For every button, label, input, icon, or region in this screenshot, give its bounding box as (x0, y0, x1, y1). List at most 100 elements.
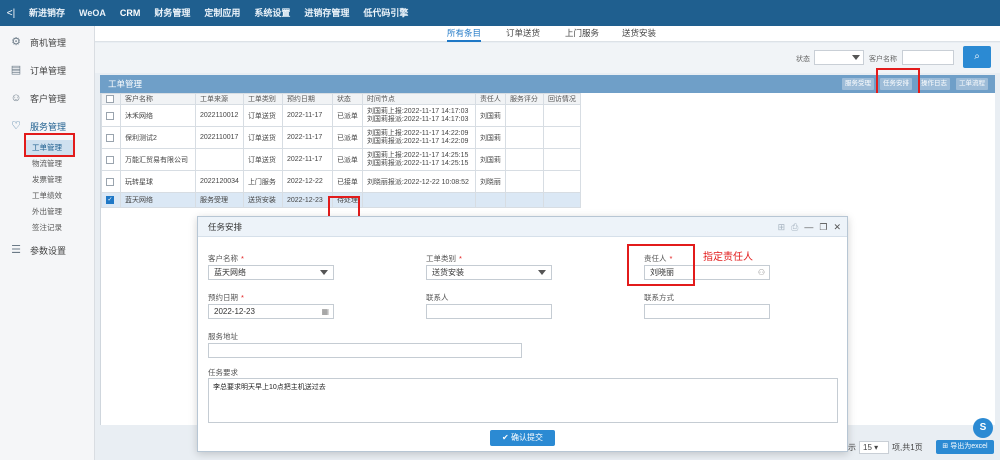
col-followup[interactable]: 回访情况 (542, 93, 581, 105)
col-source[interactable]: 工单来源 (195, 93, 244, 105)
ticket-table: 客户名称 工单来源 工单类别 预约日期 状态 时间节点 责任人 服务评分 回访情… (101, 93, 581, 208)
table-row[interactable]: 玩转星球 2022120034 上门服务 2022-12-22 已接单 刘晓丽报… (101, 170, 581, 193)
table-row[interactable]: 沐禾网络 2022110012 订单送货 2022-11-17 已派单 刘国莉上… (101, 104, 581, 127)
nav-item-finance[interactable]: 财务管理 (147, 0, 197, 26)
sidebar-item-logistics[interactable]: 物流管理 (0, 156, 94, 172)
maximize-icon[interactable]: ❐ (819, 217, 827, 237)
sidebar-item-ticket-performance[interactable]: 工单绩效 (0, 188, 94, 204)
assistant-float-button[interactable]: S (973, 418, 993, 438)
row-checkbox[interactable] (106, 111, 114, 120)
ticket-flow-button[interactable]: 工单流程 (956, 78, 988, 90)
table-row[interactable]: 保利测试2 2022110017 订单送货 2022-11-17 已派单 刘国莉… (101, 126, 581, 149)
nav-item-jxc[interactable]: 新进销存 (22, 0, 72, 26)
sidebar: ⚙ 商机管理 ▤ 订单管理 ☺ 客户管理 ♡ 服务管理 工单管理 物流管理 发票… (0, 26, 95, 460)
user-icon: ☺ (10, 92, 22, 104)
minimize-icon[interactable]: — (804, 217, 813, 237)
grid-icon: ⚙ (11, 36, 21, 48)
customer-name-select[interactable]: 蓝天网络 (208, 265, 334, 280)
subtabs: 所有条目 订单送货 上门服务 送货安装 (95, 26, 1000, 42)
ticket-panel-header: 工单管理 服务受理 任务安排 操作日志 工单流程 (100, 75, 995, 93)
confirm-submit-button[interactable]: ✔ 确认提交 (490, 430, 555, 446)
nav-item-lowcode[interactable]: 低代码引擎 (356, 0, 415, 26)
user-search-icon[interactable]: ⚇ (758, 266, 765, 279)
col-owner[interactable]: 责任人 (474, 93, 506, 105)
tab-order-delivery[interactable]: 订单送货 (506, 26, 540, 42)
sidebar-item-orders[interactable]: ▤ 订单管理 (0, 56, 94, 84)
chevron-down-icon (538, 270, 546, 275)
pager-summary: 项,共1页 (892, 443, 923, 452)
service-address-label: 服务地址 (208, 332, 238, 341)
nav-item-custom-apps[interactable]: 定制应用 (197, 0, 247, 26)
contact-method-label: 联系方式 (644, 293, 674, 302)
customer-name-label: 客户名称 * (208, 254, 244, 263)
nav-item-inventory[interactable]: 进销存管理 (297, 0, 356, 26)
col-rating[interactable]: 服务评分 (504, 93, 544, 105)
owner-input[interactable]: 刘晓丽 ⚇ (644, 265, 770, 280)
nav-item-settings[interactable]: 系统设置 (247, 0, 297, 26)
sidebar-item-tickets[interactable]: 工单管理 (26, 140, 74, 156)
select-all-checkbox[interactable] (106, 95, 114, 103)
tab-delivery-install[interactable]: 送货安装 (622, 26, 656, 42)
nav-item-weoa[interactable]: WeOA (72, 0, 113, 26)
export-excel-button[interactable]: ⊞ 导出为excel (936, 440, 994, 454)
task-requirement-textarea[interactable]: 李总要求明天早上10点把主机送过去 (208, 378, 838, 423)
task-arrange-dialog: 任务安排 ⊞ ⎙ — ❐ ✕ 客户名称 * 蓝天网络 工单类别 * 送货安装 责任人… (197, 216, 848, 452)
customer-filter-input[interactable] (902, 50, 954, 65)
status-filter-label: 状态 (796, 56, 810, 63)
sidebar-item-opportunities[interactable]: ⚙ 商机管理 (0, 28, 94, 56)
appointment-date-input[interactable]: 2022-12-23 ▦ (208, 304, 334, 319)
nav-item-crm[interactable]: CRM (113, 0, 148, 26)
tab-onsite-service[interactable]: 上门服务 (565, 26, 599, 42)
search-button[interactable]: ⌕ (963, 46, 991, 68)
search-icon: ⌕ (974, 51, 980, 62)
page-size-select[interactable]: 15 ▾ (859, 441, 889, 454)
row-checkbox[interactable] (106, 155, 114, 164)
sidebar-item-invoices[interactable]: 发票管理 (0, 172, 94, 188)
row-checkbox[interactable] (106, 133, 114, 142)
print-icon[interactable]: ⎙ (791, 217, 798, 237)
collapse-icon[interactable]: <| (0, 8, 22, 19)
panel-title: 工单管理 (108, 79, 143, 89)
row-checkbox[interactable] (106, 177, 114, 186)
heart-icon: ♡ (11, 120, 21, 132)
col-status[interactable]: 状态 (331, 93, 363, 105)
appointment-date-label: 预约日期 * (208, 293, 244, 302)
owner-annotation: 指定责任人 (703, 252, 753, 263)
col-date[interactable]: 预约日期 (281, 93, 333, 105)
sidebar-item-outings[interactable]: 外出管理 (0, 204, 94, 220)
ticket-type-select[interactable]: 送货安装 (426, 265, 552, 280)
chevron-down-icon (852, 55, 860, 60)
row-checkbox-checked[interactable]: ✓ (106, 196, 114, 204)
dialog-window-controls: ⊞ ⎙ — ❐ ✕ (778, 217, 841, 237)
task-requirement-label: 任务要求 (208, 368, 238, 377)
sidebar-item-sign-records[interactable]: 签注记录 (0, 220, 94, 236)
check-circle-icon: ✔ (502, 433, 511, 442)
col-time-nodes[interactable]: 时间节点 (361, 93, 476, 105)
sidebar-item-service[interactable]: ♡ 服务管理 (0, 112, 94, 140)
operation-log-button[interactable]: 操作日志 (918, 78, 950, 90)
col-type[interactable]: 工单类别 (242, 93, 283, 105)
col-customer[interactable]: 客户名称 (120, 93, 196, 105)
contact-method-input[interactable] (644, 304, 770, 319)
calendar-icon[interactable]: ▦ (321, 305, 329, 318)
ticket-type-label: 工单类别 * (426, 254, 462, 263)
settings-list-icon: ☰ (11, 244, 21, 256)
customer-filter-label: 客户名称 (869, 56, 897, 63)
dialog-header: 任务安排 ⊞ ⎙ — ❐ ✕ (198, 217, 847, 237)
service-accept-button[interactable]: 服务受理 (842, 78, 874, 90)
dialog-title: 任务安排 (208, 222, 243, 232)
contact-input[interactable] (426, 304, 552, 319)
contact-label: 联系人 (426, 293, 449, 302)
sidebar-item-customers[interactable]: ☺ 客户管理 (0, 84, 94, 112)
table-row-selected[interactable]: ✓ 蓝天网络 服务受理 送货安装 2022-12-23 待处理 (101, 192, 581, 208)
task-arrange-button[interactable]: 任务安排 (880, 78, 912, 90)
list-icon: ▤ (10, 64, 22, 76)
status-filter-select[interactable] (814, 50, 864, 65)
tab-all[interactable]: 所有条目 (447, 26, 482, 42)
expand-icon[interactable]: ⊞ (778, 217, 786, 237)
table-row[interactable]: 万能汇贸易有限公司 订单送货 2022-11-17 已派单 刘国莉上报:2022… (101, 148, 581, 171)
owner-label: 责任人 * (644, 254, 673, 263)
service-address-input[interactable] (208, 343, 522, 358)
close-icon[interactable]: ✕ (833, 217, 841, 237)
sidebar-item-parameters[interactable]: ☰ 参数设置 (0, 236, 94, 264)
